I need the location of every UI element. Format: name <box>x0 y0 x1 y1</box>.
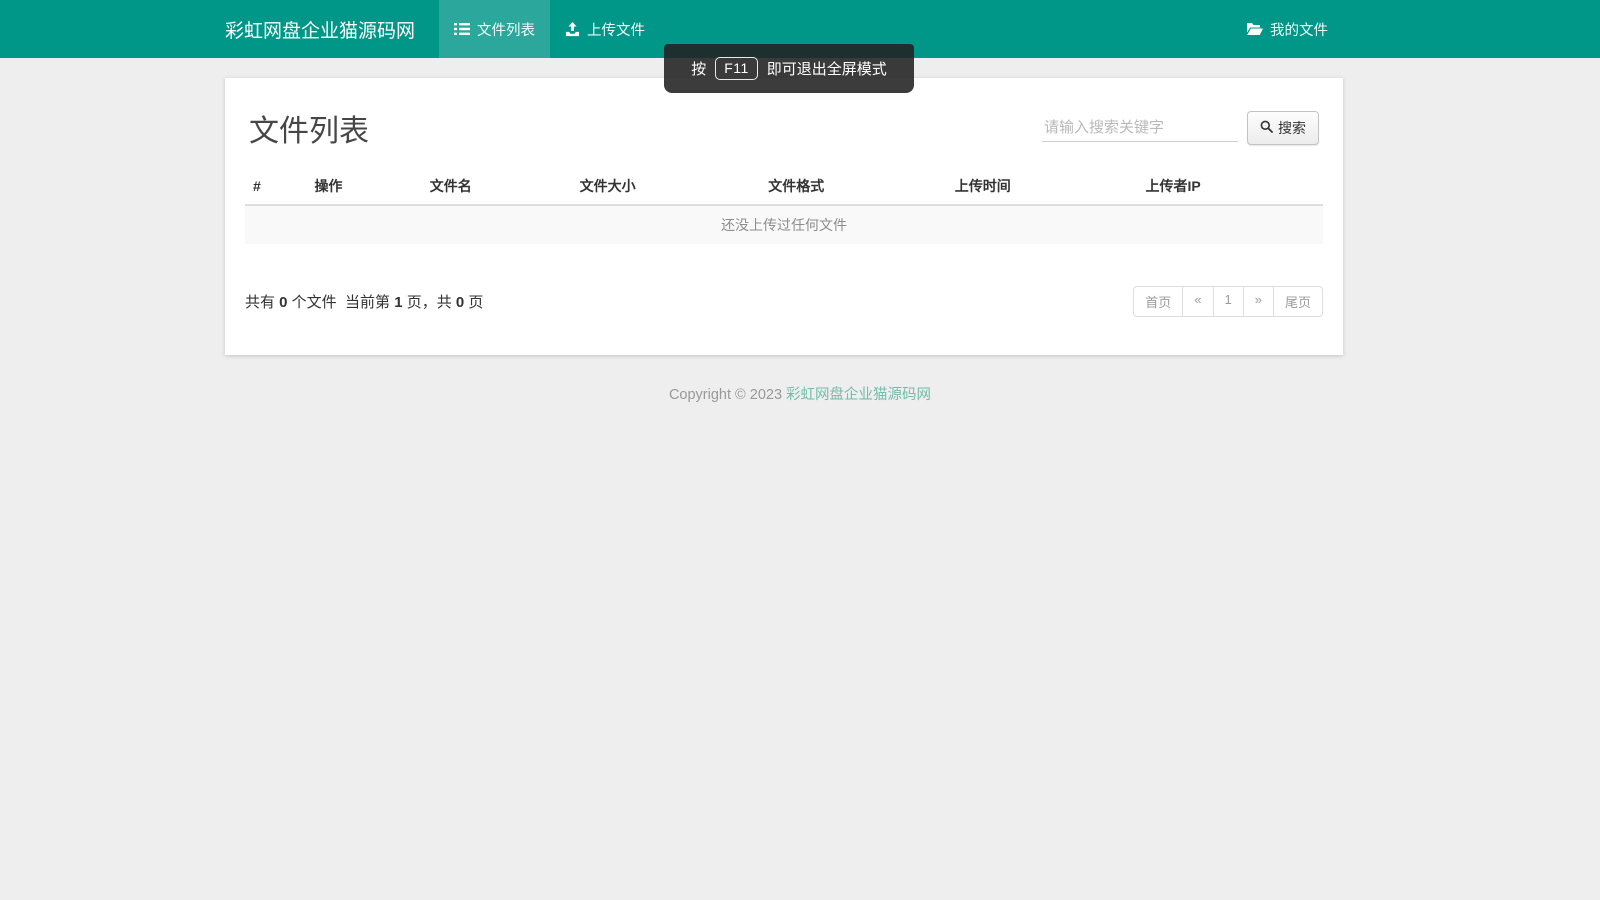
summary-text: 共有 <box>245 294 279 311</box>
empty-row: 还没上传过任何文件 <box>245 205 1323 244</box>
folder-open-icon <box>1246 22 1263 36</box>
nav-item-file-list[interactable]: 文件列表 <box>439 0 550 58</box>
column-header-index: # <box>245 168 306 205</box>
nav-item-label: 文件列表 <box>477 19 535 40</box>
footer-link[interactable]: 彩虹网盘企业猫源码网 <box>786 387 931 403</box>
pagination-first[interactable]: 首页 <box>1133 286 1183 317</box>
upload-icon <box>565 22 580 37</box>
column-header-upload-time: 上传时间 <box>947 168 1138 205</box>
summary-text: 个文件 当前第 <box>288 294 395 311</box>
column-header-filesize: 文件大小 <box>572 168 761 205</box>
pagination-last[interactable]: 尾页 <box>1273 286 1323 317</box>
page-title: 文件列表 <box>249 106 369 150</box>
empty-message: 还没上传过任何文件 <box>245 205 1323 244</box>
search-icon <box>1260 120 1273 136</box>
pager-row: 共有 0 个文件 当前第 1 页，共 0 页 首页 « 1 » 尾页 <box>245 286 1323 317</box>
pagination: 首页 « 1 » 尾页 <box>1133 286 1323 317</box>
pagination-prev[interactable]: « <box>1182 286 1213 317</box>
list-icon <box>454 22 470 36</box>
nav-item-label: 我的文件 <box>1270 19 1328 40</box>
column-header-uploader-ip: 上传者IP <box>1138 168 1323 205</box>
total-pages-count: 0 <box>456 294 464 311</box>
search-button[interactable]: 搜索 <box>1247 111 1319 145</box>
current-page-number: 1 <box>394 294 402 311</box>
card-header-row: 文件列表 搜索 <box>249 106 1319 150</box>
table-header-row: # 操作 文件名 文件大小 文件格式 上传时间 上传者IP <box>245 168 1323 205</box>
search-input[interactable] <box>1042 114 1238 142</box>
pagination-page-1[interactable]: 1 <box>1213 286 1244 317</box>
file-list-card: 文件列表 搜索 # 操作 文件名 文件大 <box>225 78 1343 355</box>
file-table: # 操作 文件名 文件大小 文件格式 上传时间 上传者IP 还没上传过任何文件 <box>245 168 1323 244</box>
search-bar: 搜索 <box>1042 111 1319 145</box>
total-files-count: 0 <box>279 294 287 311</box>
column-header-actions: 操作 <box>306 168 421 205</box>
toast-text-prefix: 按 <box>691 58 706 79</box>
nav-item-upload[interactable]: 上传文件 <box>550 0 660 58</box>
f11-key: F11 <box>715 57 758 80</box>
file-count-summary: 共有 0 个文件 当前第 1 页，共 0 页 <box>245 291 483 312</box>
summary-text: 页，共 <box>403 294 456 311</box>
summary-text: 页 <box>464 294 483 311</box>
brand[interactable]: 彩虹网盘企业猫源码网 <box>225 0 415 58</box>
search-button-label: 搜索 <box>1278 118 1306 138</box>
column-header-format: 文件格式 <box>760 168 946 205</box>
pagination-next[interactable]: » <box>1243 286 1274 317</box>
footer: Copyright © 2023 彩虹网盘企业猫源码网 <box>0 383 1600 404</box>
toast-text-suffix: 即可退出全屏模式 <box>767 58 887 79</box>
column-header-filename: 文件名 <box>422 168 572 205</box>
copyright-text: Copyright © 2023 <box>669 387 786 403</box>
fullscreen-exit-toast: 按 F11 即可退出全屏模式 <box>664 44 914 93</box>
nav-item-my-files[interactable]: 我的文件 <box>1231 0 1343 58</box>
nav-links: 文件列表 上传文件 <box>439 0 660 58</box>
nav-item-label: 上传文件 <box>587 19 645 40</box>
